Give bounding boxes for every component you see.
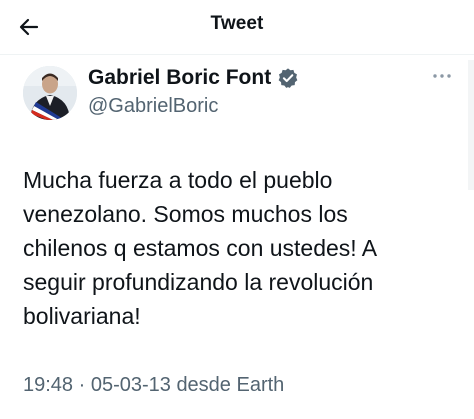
header-divider bbox=[0, 54, 474, 55]
top-bar: Tweet bbox=[0, 0, 474, 54]
author-handle[interactable]: @GabrielBoric bbox=[88, 95, 299, 118]
more-options-button[interactable] bbox=[430, 66, 454, 86]
scrollbar[interactable] bbox=[468, 60, 474, 190]
author-name-row: Gabriel Boric Font bbox=[88, 64, 299, 92]
tweet-text: Mucha fuerza a todo el pueblo venezolano… bbox=[23, 167, 378, 329]
tweet-timestamp[interactable]: 19:48 · 05-03-13 desde Earth bbox=[23, 374, 284, 397]
more-dots-icon bbox=[433, 74, 451, 78]
avatar-image bbox=[23, 66, 77, 120]
author-name[interactable]: Gabriel Boric Font bbox=[88, 66, 271, 90]
avatar[interactable] bbox=[23, 66, 77, 120]
tweet-page: Tweet Gabriel Boric Font @GabrielBoric M… bbox=[0, 0, 474, 419]
page-title: Tweet bbox=[210, 13, 264, 34]
verified-badge-icon bbox=[277, 67, 299, 89]
author-block: Gabriel Boric Font @GabrielBoric bbox=[88, 64, 299, 118]
